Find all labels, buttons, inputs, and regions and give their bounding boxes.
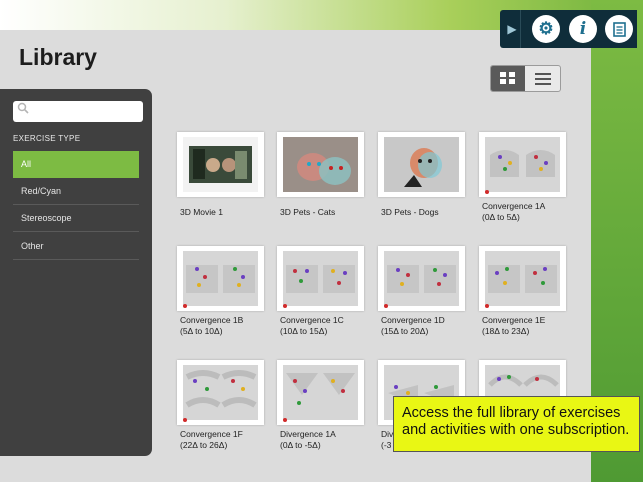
search-icon [17,102,30,118]
list-icon [535,78,551,80]
tile-title: 3D Pets - Cats [280,207,336,217]
exercise-tile[interactable] [277,246,364,311]
notes-button[interactable] [605,15,633,43]
status-dot [283,304,287,308]
tile-title: Divergence 1A (0Δ to -5Δ) [280,429,336,450]
status-dot [283,418,287,422]
tile-title: Convergence 1D (15Δ to 20Δ) [381,315,445,336]
exercise-thumbnail [485,251,560,306]
exercise-tile[interactable] [277,360,364,425]
exercise-thumbnail [183,251,258,306]
tile-title: Convergence 1C (10Δ to 15Δ) [280,315,344,336]
status-dot [485,304,489,308]
sidebar-item-all[interactable]: All [13,151,139,178]
status-dot [183,304,187,308]
exercise-tile[interactable] [378,132,465,197]
list-view-button[interactable] [526,66,560,91]
exercise-tile[interactable] [479,246,566,311]
sidebar: EXERCISE TYPE All Red/Cyan Stereoscope O… [0,89,152,456]
grid-icon [509,72,515,77]
status-dot [485,190,489,194]
tile-title: Convergence 1A (0Δ to 5Δ) [482,201,546,222]
status-dot [183,418,187,422]
tile-title: Convergence 1F (22Δ to 26Δ) [180,429,243,450]
exercise-thumbnail [283,251,358,306]
chevron-right-icon[interactable]: ▶ [506,20,518,38]
grid-icon [509,79,515,84]
exercise-tile[interactable] [177,132,264,197]
view-toggle [490,65,561,92]
sidebar-item-red-cyan[interactable]: Red/Cyan [13,178,139,205]
tile-title: 3D Pets - Dogs [381,207,439,217]
dogs-thumbnail [384,137,459,192]
tile-title: Convergence 1E (18Δ to 23Δ) [482,315,546,336]
grid-icon [500,79,506,84]
tile-title: Convergence 1B (5Δ to 10Δ) [180,315,244,336]
exercise-tile[interactable] [177,246,264,311]
movie-thumbnail [183,137,258,192]
tile-title: 3D Movie 1 [180,207,223,217]
page-title: Library [19,44,97,70]
exercise-tile[interactable] [378,246,465,311]
info-button[interactable]: i [569,15,597,43]
grid-view-button[interactable] [491,66,525,91]
gear-icon: ⚙ [538,19,554,38]
cats-thumbnail [283,137,358,192]
settings-button[interactable]: ⚙ [532,15,560,43]
notes-icon [612,21,626,37]
search-input[interactable] [13,101,143,122]
exercise-thumbnail [485,137,560,192]
section-label: EXERCISE TYPE [13,134,81,143]
sidebar-item-stereoscope[interactable]: Stereoscope [13,205,139,232]
list-icon [535,83,551,85]
list-icon [535,73,551,75]
exercise-tile[interactable] [479,132,566,197]
info-icon: i [579,19,587,39]
exercise-tile[interactable] [177,360,264,425]
exercise-thumbnail [283,365,358,420]
top-toolbar: ▶ ⚙ i [500,10,637,48]
status-dot [384,304,388,308]
exercise-thumbnail [183,365,258,420]
sidebar-item-other[interactable]: Other [13,233,139,260]
promo-banner: Access the full library of exercises and… [393,396,640,452]
exercise-thumbnail [384,251,459,306]
exercise-tile[interactable] [277,132,364,197]
toolbar-divider [520,10,521,48]
grid-icon [500,72,506,77]
